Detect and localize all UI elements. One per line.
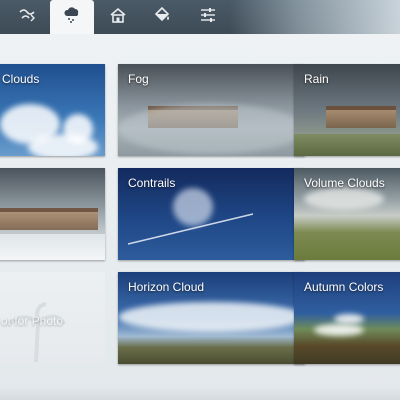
preset-label: Horizon Cloud xyxy=(128,280,205,294)
paint-bucket-icon xyxy=(152,6,172,29)
weather-cloud-icon xyxy=(62,6,82,29)
panel-footer xyxy=(0,386,400,400)
preset-tile-fog[interactable]: Fog xyxy=(118,64,305,156)
toolbar-fade xyxy=(230,0,400,34)
preset-tile-clouds[interactable]: Clouds xyxy=(0,64,105,156)
preset-tile-photo-slot[interactable]: ot for Photo xyxy=(0,272,105,364)
preset-tile-snow[interactable] xyxy=(0,168,105,260)
tab-wind[interactable] xyxy=(6,0,50,34)
palm-tree-placeholder-icon xyxy=(8,302,66,363)
preset-label: Fog xyxy=(128,72,149,86)
tab-weather[interactable] xyxy=(50,0,94,34)
wind-icon xyxy=(18,6,38,29)
preset-label: ot for Photo xyxy=(1,314,64,328)
home-icon xyxy=(108,6,128,29)
sliders-icon xyxy=(198,6,218,29)
preset-label: Rain xyxy=(304,72,329,86)
preset-tile-volume-clouds[interactable]: Volume Clouds xyxy=(294,168,400,260)
tab-home[interactable] xyxy=(96,0,140,34)
tab-settings[interactable] xyxy=(186,0,230,34)
preset-tile-horizon-cloud[interactable]: Horizon Cloud xyxy=(118,272,305,364)
preset-label: Autumn Colors xyxy=(304,280,384,294)
tab-paint[interactable] xyxy=(140,0,184,34)
preset-tile-autumn-colors[interactable]: Autumn Colors xyxy=(294,272,400,364)
toolbar xyxy=(0,0,400,34)
preset-tile-contrails[interactable]: Contrails xyxy=(118,168,305,260)
preset-label: Contrails xyxy=(128,176,176,190)
preset-label: Volume Clouds xyxy=(304,176,385,190)
preset-label: Clouds xyxy=(2,72,40,86)
preset-tile-rain[interactable]: Rain xyxy=(294,64,400,156)
